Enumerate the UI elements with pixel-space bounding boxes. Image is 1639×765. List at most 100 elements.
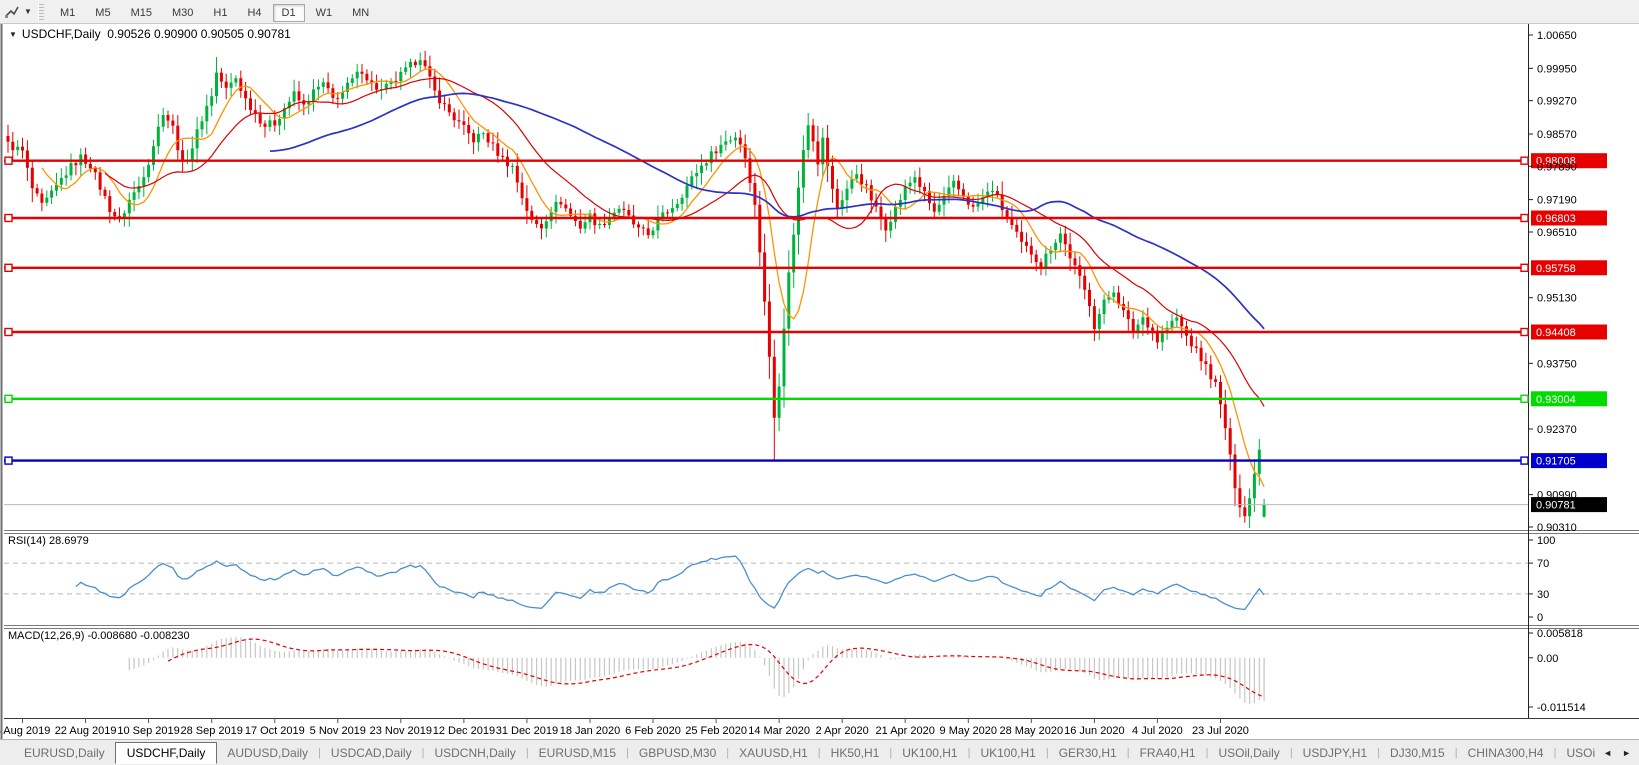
date-label: 6 Feb 2020: [625, 725, 681, 737]
price-axis-label: 0.99270: [1537, 96, 1577, 108]
toolbar: ▼ M1M5M15M30H1H4D1W1MN: [0, 0, 1639, 24]
timeframe-button-w1[interactable]: W1: [307, 4, 342, 22]
price-axis-label: 0.90310: [1537, 522, 1577, 534]
tab-scroll-buttons: ◄ ►: [1595, 748, 1639, 758]
price-axis-label: 0.95130: [1537, 293, 1577, 305]
hline-axis-handle[interactable]: [1521, 264, 1528, 271]
price-line-badge-value: 0.93004: [1536, 394, 1576, 406]
chart-tab-uk100-h1[interactable]: UK100,H1: [892, 743, 967, 763]
chart-line-tool-icon[interactable]: [2, 3, 22, 21]
chart-tab-hk50-h1[interactable]: HK50,H1: [821, 743, 890, 763]
price-axis-label: 0.92370: [1537, 424, 1577, 436]
chart-tab-usdcad-daily[interactable]: USDCAD,Daily: [321, 743, 422, 763]
chart-tabs: EURUSD,DailyUSDCHF,DailyAUDUSD,Daily|USD…: [0, 740, 1595, 765]
tabs-scroll-right-icon[interactable]: ►: [1622, 748, 1631, 758]
timeframe-button-d1[interactable]: D1: [273, 4, 305, 22]
hline-handle[interactable]: [5, 157, 12, 164]
hline-handle[interactable]: [5, 264, 12, 271]
rsi-indicator-label: RSI(14) 28.6979: [8, 535, 89, 547]
date-label: 2 Apr 2020: [816, 725, 869, 737]
price-line-badge-value: 0.94408: [1536, 327, 1576, 339]
price-axis-label: 0.98570: [1537, 129, 1577, 141]
chart-tab-xauusd-h1[interactable]: XAUUSD,H1: [729, 743, 818, 763]
hline-axis-handle[interactable]: [1521, 157, 1528, 164]
hline-axis-handle[interactable]: [1521, 457, 1528, 464]
date-label: 17 Oct 2019: [245, 725, 305, 737]
hline-handle[interactable]: [5, 457, 12, 464]
chart-title: ▼ USDCHF,Daily 0.90526 0.90900 0.90505 0.…: [9, 27, 291, 41]
chart-symbol-period: USDCHF,Daily: [22, 27, 101, 41]
timeframe-button-m15[interactable]: M15: [122, 4, 161, 22]
price-axis-label: 0.97190: [1537, 195, 1577, 207]
price-axis-label: 1.00650: [1537, 30, 1577, 42]
hline-axis-handle[interactable]: [1521, 215, 1528, 222]
timeframe-button-h1[interactable]: H1: [204, 4, 236, 22]
price-line-badge-value: 0.96803: [1536, 213, 1576, 225]
macd-axis-label: 0.005818: [1537, 628, 1583, 640]
chart-tab-usdcnh-daily[interactable]: USDCNH,Daily: [424, 743, 525, 763]
date-label: 25 Feb 2020: [685, 725, 747, 737]
dropdown-caret-icon[interactable]: ▼: [22, 7, 34, 16]
date-label: 28 Sep 2019: [181, 725, 243, 737]
rsi-axis-label: 30: [1537, 589, 1549, 601]
timeframe-button-m30[interactable]: M30: [163, 4, 202, 22]
macd-axis-label: 0.00: [1537, 653, 1558, 665]
date-label: 4 Jul 2020: [1132, 725, 1183, 737]
timeframe-button-m1[interactable]: M1: [51, 4, 84, 22]
timeframe-toolbar: M1M5M15M30H1H4D1W1MN: [50, 3, 379, 21]
date-label: 21 Apr 2020: [876, 725, 935, 737]
timeframe-button-m5[interactable]: M5: [86, 4, 119, 22]
chart-tab-fra40-h1[interactable]: FRA40,H1: [1130, 743, 1206, 763]
date-label: 18 Jan 2020: [560, 725, 621, 737]
date-label: 23 Jul 2020: [1192, 725, 1249, 737]
date-label: 31 Dec 2019: [496, 725, 558, 737]
date-label: 10 Sep 2019: [117, 725, 179, 737]
collapse-triangle-icon[interactable]: ▼: [9, 30, 17, 39]
date-label: 5 Nov 2019: [310, 725, 366, 737]
date-label: 28 May 2020: [999, 725, 1063, 737]
chart-ohlc-values: 0.90526 0.90900 0.90505 0.90781: [107, 27, 291, 41]
timeframe-button-mn[interactable]: MN: [343, 4, 378, 22]
hline-handle[interactable]: [5, 215, 12, 222]
chart-tab-usdjpy-h1[interactable]: USDJPY,H1: [1293, 743, 1377, 763]
date-label: 23 Nov 2019: [370, 725, 432, 737]
toolbar-grip[interactable]: [38, 4, 44, 20]
price-axis-label: 0.93750: [1537, 358, 1577, 370]
timeframe-button-h4[interactable]: H4: [238, 4, 270, 22]
rsi-axis-label: 70: [1537, 558, 1549, 570]
chart-tab-usoil-h4[interactable]: USOil,H4: [1556, 743, 1595, 763]
date-label: 14 Mar 2020: [748, 725, 810, 737]
hline-axis-handle[interactable]: [1521, 395, 1528, 402]
macd-indicator-label: MACD(12,26,9) -0.008680 -0.008230: [8, 630, 190, 642]
date-label: 16 Jun 2020: [1064, 725, 1125, 737]
macd-axis-label: -0.011514: [1537, 702, 1586, 714]
hline-axis-handle[interactable]: [1521, 329, 1528, 336]
date-label: 3 Aug 2019: [0, 725, 50, 737]
price-axis-label: 0.96510: [1537, 227, 1577, 239]
tabs-scroll-left-icon[interactable]: ◄: [1603, 748, 1612, 758]
chart-tab-audusd-daily[interactable]: AUDUSD,Daily: [217, 743, 318, 763]
chart-tab-gbpusd-m30[interactable]: GBPUSD,M30: [629, 743, 726, 763]
chart-tab-eurusd-m15[interactable]: EURUSD,M15: [529, 743, 626, 763]
hline-handle[interactable]: [5, 395, 12, 402]
date-label: 12 Dec 2019: [433, 725, 495, 737]
chart-canvas[interactable]: 0.980080.968030.957580.944080.930040.917…: [0, 0, 1639, 764]
price-axis-label: 0.90990: [1537, 490, 1577, 502]
hline-handle[interactable]: [5, 329, 12, 336]
chart-tab-usoil-daily[interactable]: USOil,Daily: [1208, 743, 1289, 763]
date-label: 9 May 2020: [940, 725, 997, 737]
price-line-badge-value: 0.91705: [1536, 456, 1576, 468]
date-label: 22 Aug 2019: [55, 725, 117, 737]
price-line-badge-value: 0.95758: [1536, 263, 1576, 275]
chart-tab-eurusd-daily[interactable]: EURUSD,Daily: [14, 743, 115, 763]
price-axis-label: 0.99950: [1537, 63, 1577, 75]
rsi-axis-label: 0: [1537, 612, 1543, 624]
rsi-axis-label: 100: [1537, 535, 1555, 547]
chart-tab-uk100-h1[interactable]: UK100,H1: [970, 743, 1045, 763]
chart-tab-usdchf-daily[interactable]: USDCHF,Daily: [115, 742, 218, 764]
chart-tab-ger30-h1[interactable]: GER30,H1: [1049, 743, 1127, 763]
chart-tab-dj30-m15[interactable]: DJ30,M15: [1380, 743, 1455, 763]
price-axis-label: 0.97890: [1537, 161, 1577, 173]
chart-tabs-bar: EURUSD,DailyUSDCHF,DailyAUDUSD,Daily|USD…: [0, 739, 1639, 765]
chart-tab-china300-h4[interactable]: CHINA300,H4: [1458, 743, 1554, 763]
